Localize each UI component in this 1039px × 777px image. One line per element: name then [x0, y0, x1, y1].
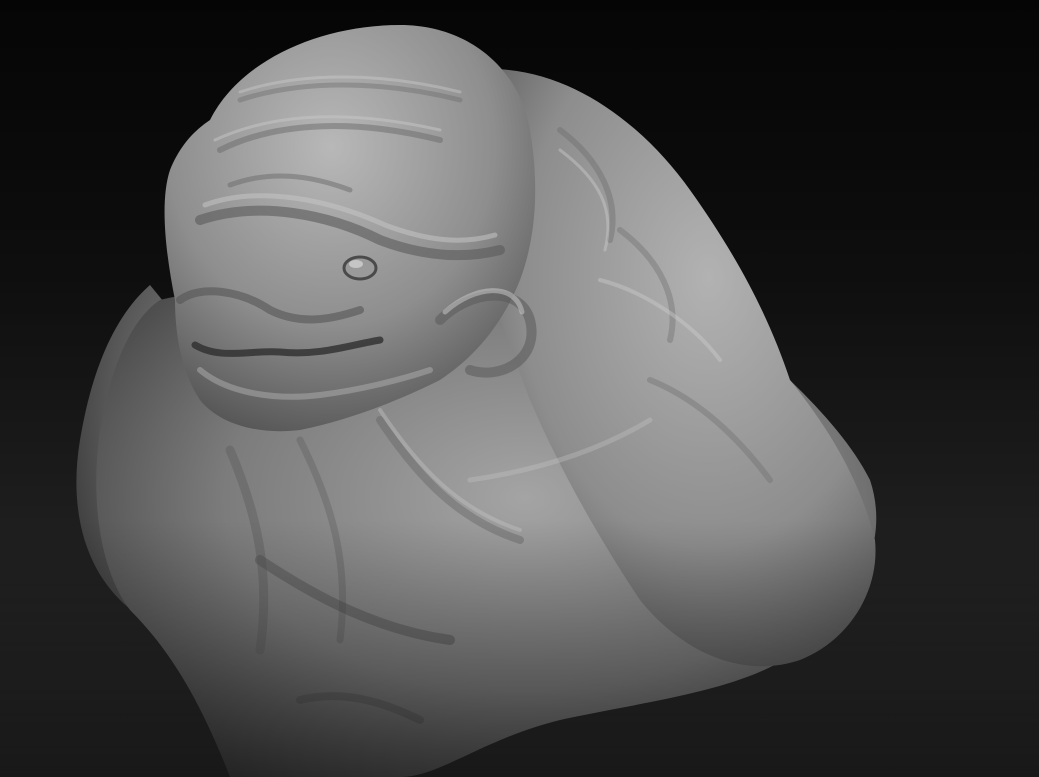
sculpt-viewport[interactable]: [0, 0, 1039, 777]
shadow-fade: [0, 520, 1039, 777]
eye: [342, 255, 378, 281]
eye-highlight: [349, 260, 363, 268]
sculpted-bust-model[interactable]: [0, 0, 1039, 777]
